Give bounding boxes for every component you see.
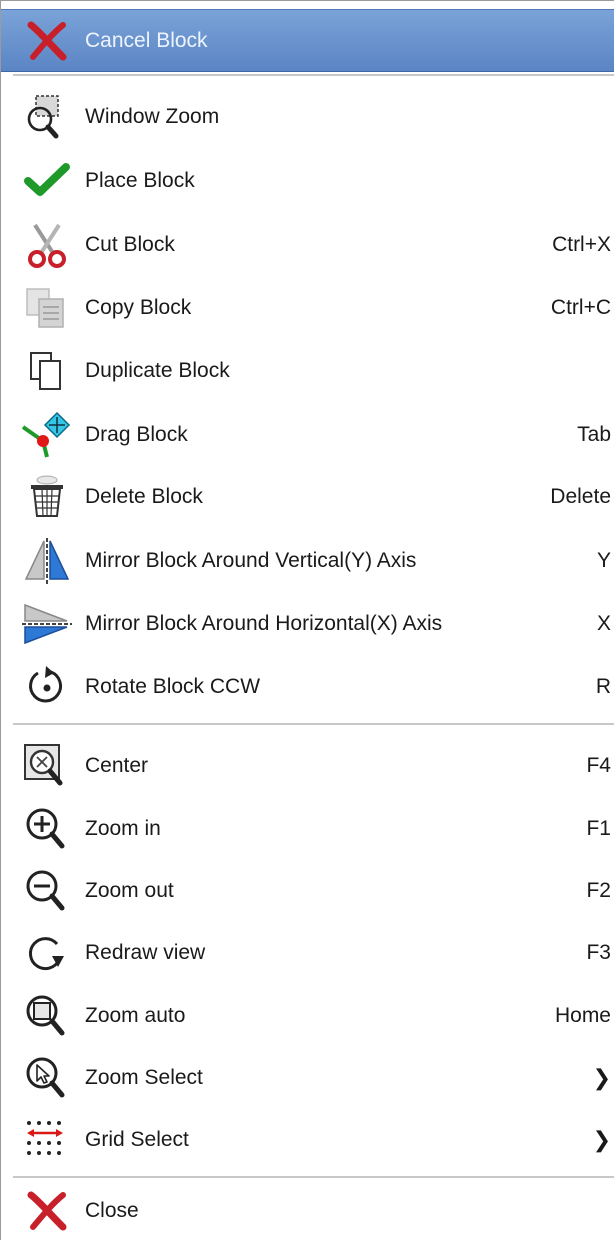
menu-item-shortcut: R [595, 674, 611, 698]
menu-item-redraw-view[interactable]: Redraw view F3 [1, 921, 614, 984]
menu-item-drag-block[interactable]: Drag Block Tab [1, 403, 614, 466]
red-x-icon [18, 1187, 76, 1235]
menu-item-window-zoom[interactable]: Window Zoom [1, 85, 614, 148]
menu-item-label: Rotate Block CCW [85, 674, 261, 698]
menu-item-label: Redraw view [85, 940, 206, 964]
red-x-icon [18, 17, 76, 65]
menu-item-shortcut: Home [554, 1003, 611, 1027]
green-checkmark-icon [18, 157, 76, 205]
menu-item-zoom-auto[interactable]: Zoom auto Home [1, 984, 614, 1047]
context-menu: Cancel Block Window Zoom Place Block Cut… [0, 0, 614, 1240]
menu-item-shortcut: F1 [586, 816, 611, 840]
menu-item-copy-block[interactable]: Copy Block Ctrl+C [1, 276, 614, 339]
wastebasket-icon [18, 473, 76, 521]
menu-item-duplicate-block[interactable]: Duplicate Block [1, 339, 614, 402]
submenu-arrow-icon: ❯ [592, 1064, 611, 1090]
menu-item-mirror-horizontal[interactable]: Mirror Block Around Horizontal(X) Axis X [1, 592, 614, 655]
menu-item-place-block[interactable]: Place Block [1, 149, 614, 212]
menu-item-label: Window Zoom [85, 104, 220, 128]
menu-item-mirror-vertical[interactable]: Mirror Block Around Vertical(Y) Axis Y [1, 529, 614, 592]
submenu-arrow-icon: ❯ [592, 1126, 611, 1152]
menu-item-shortcut: Y [596, 548, 611, 572]
menu-item-label: Mirror Block Around Vertical(Y) Axis [85, 548, 417, 572]
mirror-vertical-icon [18, 537, 76, 585]
duplicate-icon [18, 347, 76, 395]
menu-item-label: Grid Select [85, 1127, 189, 1151]
menu-item-shortcut: F2 [586, 878, 611, 902]
zoom-out-icon [18, 867, 76, 915]
menu-item-shortcut: Ctrl+X [552, 232, 611, 256]
menu-item-delete-block[interactable]: Delete Block Delete [1, 465, 614, 528]
menu-item-shortcut: X [596, 611, 611, 635]
center-zoom-icon [18, 742, 76, 790]
rotate-ccw-icon [18, 663, 76, 711]
menu-separator [13, 723, 614, 726]
menu-item-label: Place Block [85, 168, 195, 192]
grid-select-icon [18, 1116, 76, 1164]
menu-item-label: Duplicate Block [85, 358, 230, 382]
drag-move-icon [18, 411, 76, 459]
menu-item-label: Zoom in [85, 816, 161, 840]
menu-item-cancel-block[interactable]: Cancel Block [1, 9, 614, 72]
mirror-horizontal-icon [18, 600, 76, 648]
menu-item-shortcut: Delete [550, 484, 611, 508]
menu-item-label: Zoom out [85, 878, 174, 902]
menu-item-label: Drag Block [85, 422, 188, 446]
menu-item-label: Mirror Block Around Horizontal(X) Axis [85, 611, 443, 635]
menu-item-label: Delete Block [85, 484, 203, 508]
menu-item-center[interactable]: Center F4 [1, 734, 614, 797]
menu-item-cut-block[interactable]: Cut Block Ctrl+X [1, 213, 614, 276]
menu-item-grid-select[interactable]: Grid Select ❯ [1, 1108, 614, 1171]
menu-item-zoom-in[interactable]: Zoom in F1 [1, 797, 614, 860]
menu-item-close[interactable]: Close [1, 1179, 614, 1242]
copy-icon [18, 284, 76, 332]
menu-item-label: Center [85, 753, 149, 777]
menu-item-label: Cut Block [85, 232, 175, 256]
scissors-icon [18, 221, 76, 269]
menu-item-label: Zoom auto [85, 1003, 186, 1027]
zoom-in-icon [18, 805, 76, 853]
menu-item-shortcut: F3 [586, 940, 611, 964]
menu-item-shortcut: F4 [586, 753, 611, 777]
zoom-select-icon [18, 1054, 76, 1102]
menu-item-label: Cancel Block [85, 28, 208, 52]
redraw-icon [18, 929, 76, 977]
menu-item-label: Copy Block [85, 295, 192, 319]
menu-item-zoom-out[interactable]: Zoom out F2 [1, 859, 614, 922]
menu-item-shortcut: Ctrl+C [550, 295, 611, 319]
menu-item-rotate-ccw[interactable]: Rotate Block CCW R [1, 655, 614, 718]
menu-item-shortcut: Tab [577, 422, 611, 446]
zoom-auto-icon [18, 992, 76, 1040]
window-zoom-icon [18, 93, 76, 141]
menu-item-label: Close [85, 1198, 139, 1222]
menu-separator [13, 74, 614, 77]
menu-item-zoom-select[interactable]: Zoom Select ❯ [1, 1046, 614, 1109]
menu-item-label: Zoom Select [85, 1065, 203, 1089]
